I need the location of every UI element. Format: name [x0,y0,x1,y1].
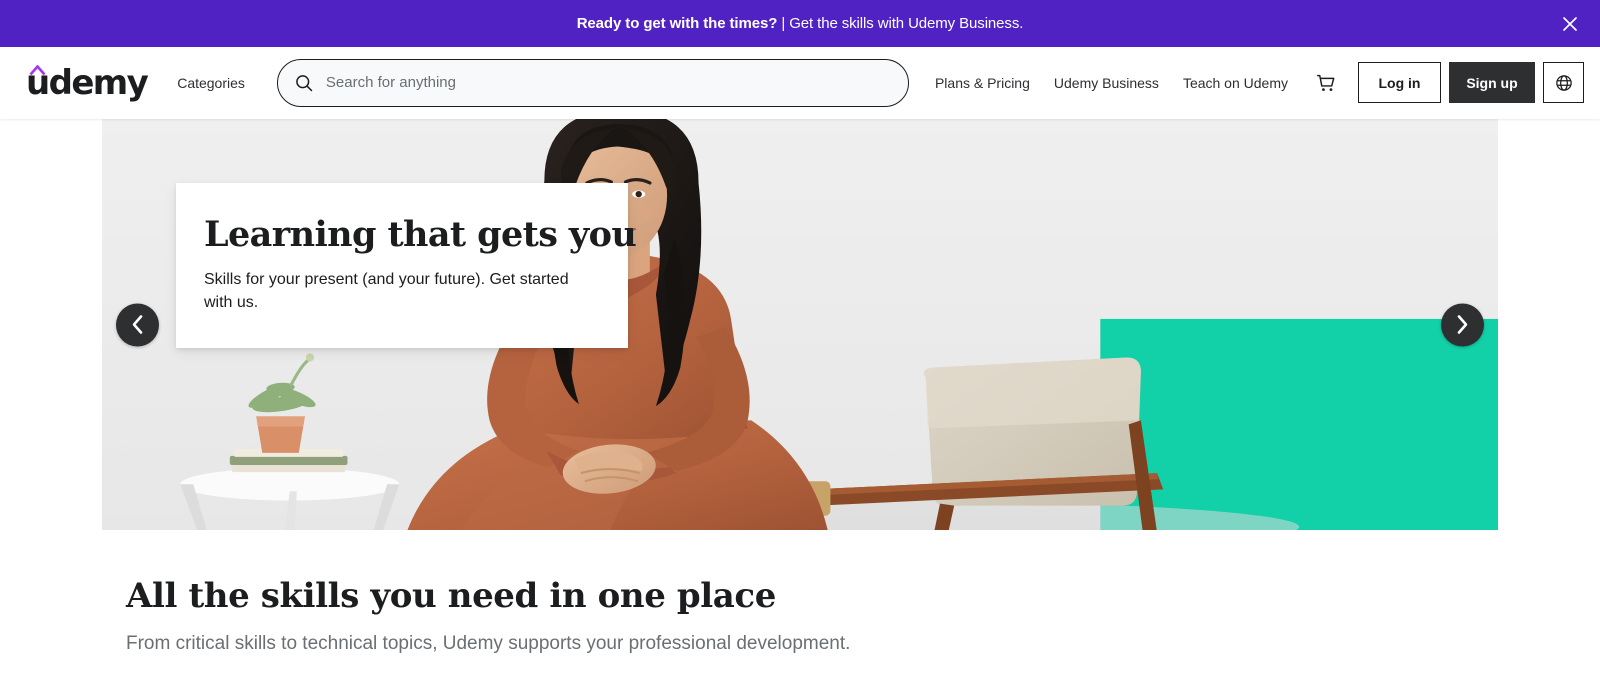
chevron-left-icon [132,315,143,334]
carousel-next-button[interactable] [1441,303,1484,346]
hero-title: Learning that gets you [204,214,637,255]
section-title: All the skills you need in one place [126,576,776,616]
shopping-cart-glyph [1317,74,1335,91]
hero-carousel: Learning that gets you Skills for your p… [102,119,1498,530]
nav-plans-pricing[interactable]: Plans & Pricing [923,65,1042,101]
close-glyph [1563,16,1577,31]
nav-teach-on-udemy[interactable]: Teach on Udemy [1171,65,1300,101]
promo-banner: Ready to get with the times? | Get the s… [0,0,1600,47]
promo-banner-detail: | Get the skills with Udemy Business. [777,15,1024,32]
hero-card: Learning that gets you Skills for your p… [176,183,637,348]
sign-up-button[interactable]: Sign up [1449,62,1535,103]
nav-categories[interactable]: Categories [165,65,257,101]
skills-section: All the skills you need in one place Fro… [0,530,1600,657]
hero-section: Learning that gets you Skills for your p… [0,119,1600,530]
close-icon[interactable] [1554,8,1586,40]
search-icon [296,74,313,91]
udemy-logo-accent-icon [29,64,46,75]
chevron-right-icon [1457,315,1468,334]
log-in-button[interactable]: Log in [1358,62,1441,103]
site-header: udemy Categories Plans & Pricing Udemy B… [0,47,1600,119]
udemy-logo[interactable]: udemy [20,62,153,104]
globe-glyph [1555,74,1572,91]
shopping-cart-icon[interactable] [1306,63,1346,103]
promo-banner-headline: Ready to get with the times? [576,15,778,32]
globe-icon[interactable] [1543,62,1584,103]
carousel-previous-button[interactable] [116,303,159,346]
promo-banner-text: Ready to get with the times? | Get the s… [577,15,1024,32]
nav-udemy-business[interactable]: Udemy Business [1042,65,1171,101]
hero-subtitle: Skills for your present (and your future… [204,271,569,311]
header-actions: Plans & Pricing Udemy Business Teach on … [923,62,1584,103]
search-bar[interactable] [276,58,909,107]
section-subtitle: From critical skills to technical topics… [126,632,851,654]
search-input[interactable] [325,74,892,91]
